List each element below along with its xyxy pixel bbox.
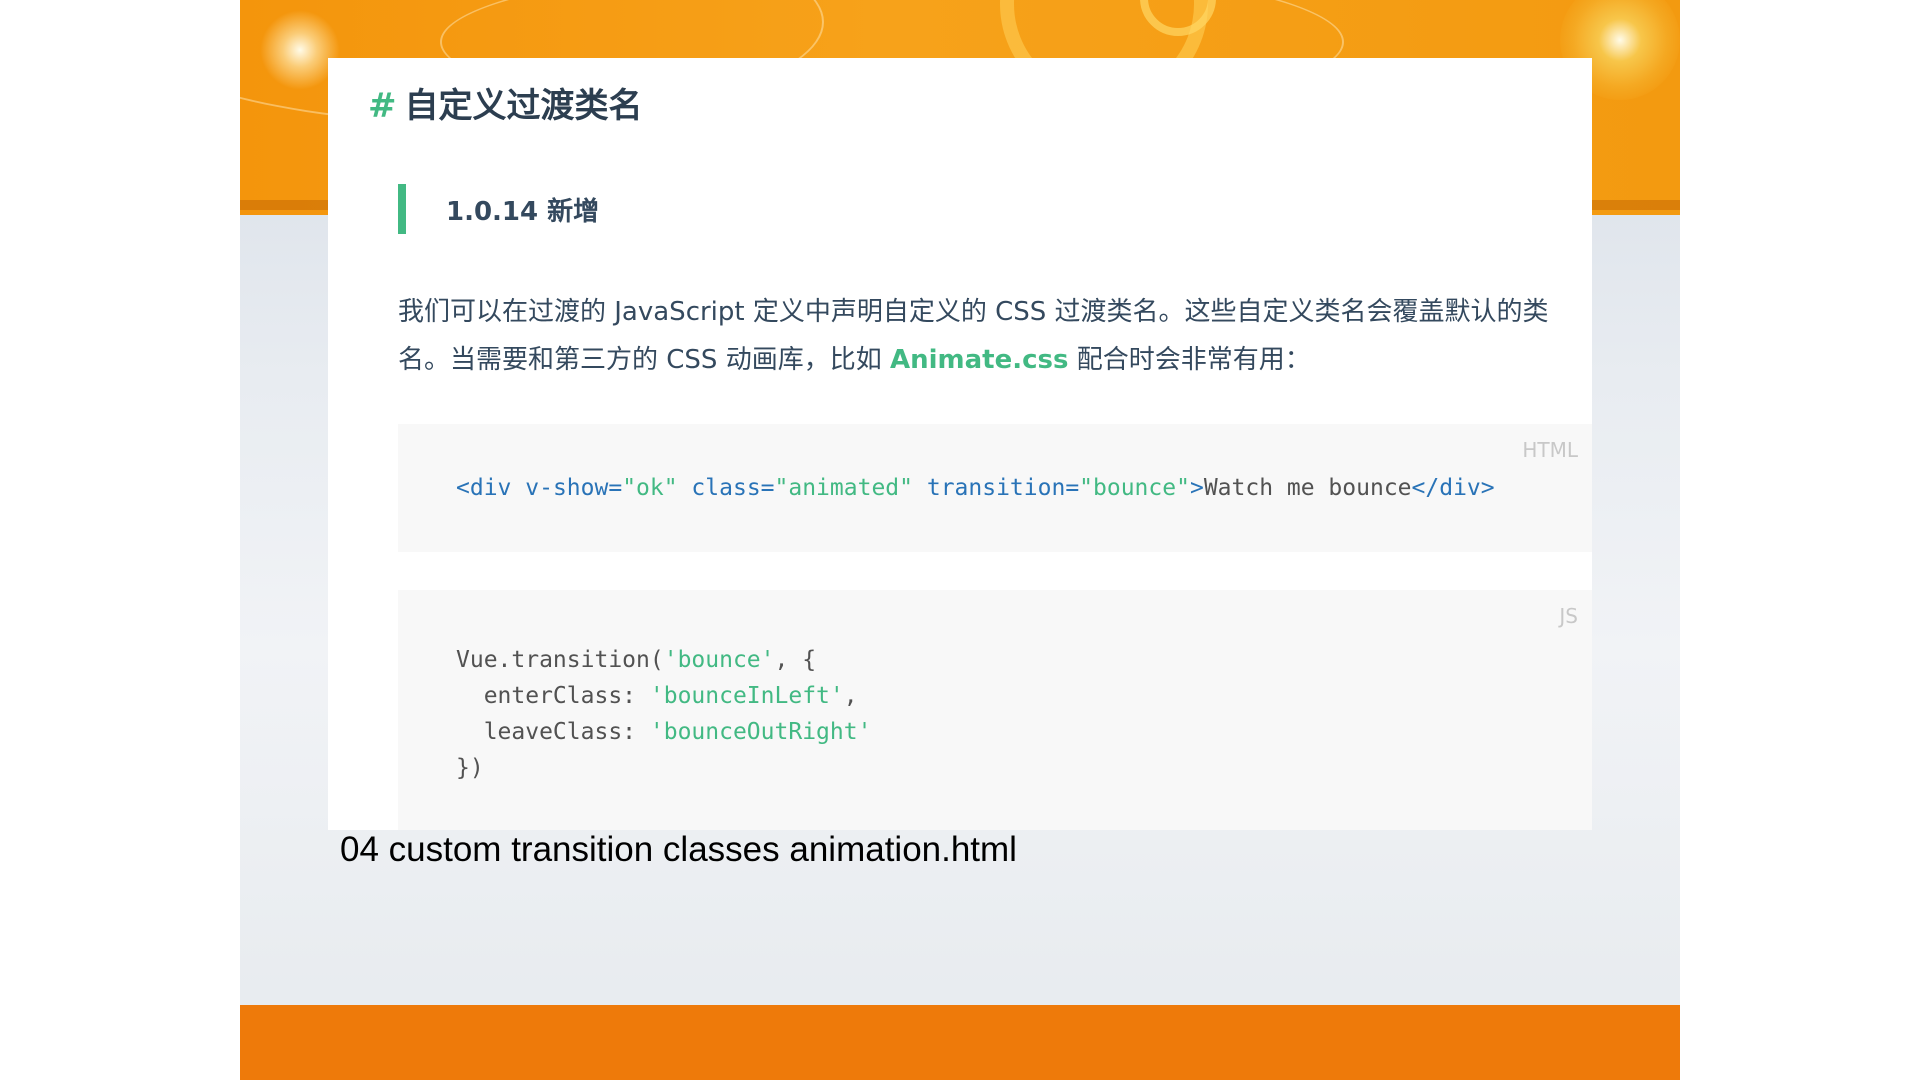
code-token: enterClass: — [456, 683, 650, 709]
code-line: <div v-show="ok" class="animated" transi… — [456, 470, 1495, 506]
code-token: leaveClass: — [456, 719, 650, 745]
html-code-block: HTML <div v-show="ok" class="animated" t… — [398, 424, 1592, 552]
code-token: <div — [456, 475, 526, 501]
code-token: v-show= — [525, 475, 623, 501]
code-token: "animated" — [774, 475, 913, 501]
version-note: 1.0.14 新增 — [398, 184, 599, 234]
paragraph-text-end: 配合时会非常有用： — [1068, 345, 1311, 375]
heading-title: 自定义过渡类名 — [404, 86, 643, 126]
file-caption: 04 custom transition classes animation.h… — [340, 830, 1017, 869]
code-token: </div> — [1411, 475, 1495, 501]
version-label: 1.0.14 新增 — [446, 196, 600, 227]
code-token: "ok" — [622, 475, 678, 501]
code-language-label: JS — [1559, 604, 1578, 628]
footer-band — [240, 1005, 1680, 1080]
section-heading: # 自定义过渡类名 — [368, 78, 643, 127]
code-token: > — [1189, 475, 1204, 501]
code-language-label: HTML — [1522, 438, 1578, 462]
code-token: "bounce" — [1079, 475, 1190, 501]
code-token: 'bounceOutRight' — [649, 719, 872, 745]
animate-css-link[interactable]: Animate.css — [890, 345, 1068, 375]
code-token: 'bounceInLeft' — [649, 683, 844, 709]
slide-background: # 自定义过渡类名 1.0.14 新增 我们可以在过渡的 JavaScript 定… — [240, 0, 1680, 1080]
code-token: transition= — [913, 475, 1080, 501]
code-lines: Vue.transition('bounce', { enterClass: '… — [456, 642, 871, 786]
code-token: Watch me bounce — [1203, 475, 1412, 501]
code-token: Vue.transition( — [456, 647, 664, 673]
code-token: 'bounce' — [663, 647, 775, 673]
code-token: }) — [456, 755, 484, 781]
content-panel: # 自定义过渡类名 1.0.14 新增 我们可以在过渡的 JavaScript 定… — [328, 58, 1592, 830]
code-token: , — [843, 683, 858, 709]
code-token: class= — [677, 475, 775, 501]
js-code-block: JS Vue.transition('bounce', { enterClass… — [398, 590, 1592, 830]
anchor-hash-link[interactable]: # — [368, 86, 397, 126]
code-token: , { — [774, 647, 817, 673]
description-paragraph: 我们可以在过渡的 JavaScript 定义中声明自定义的 CSS 过渡类名。这… — [398, 288, 1578, 384]
